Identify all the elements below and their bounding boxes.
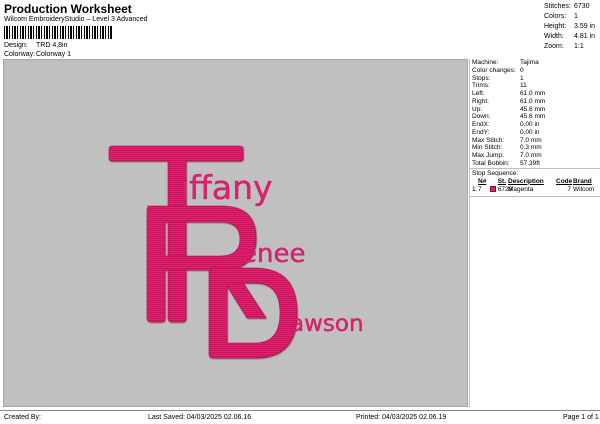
col-st: St. <box>497 177 506 185</box>
design-preview-canvas[interactable]: iffany enee awson <box>3 59 468 407</box>
last-saved: Last Saved: 04/03/2025 02.06.16 <box>148 414 252 421</box>
colorway-value: Colorway 1 <box>36 51 72 58</box>
stop-sequence-title: Stop Sequence: <box>472 169 519 177</box>
stat-colors: Colors: 1 <box>544 13 578 20</box>
info-endy: EndY: 0.00 in <box>472 128 540 136</box>
info-right: Right: 61.0 mm <box>472 97 546 105</box>
info-down: Down: 45.6 mm <box>472 113 546 121</box>
monogram-words: iffany enee awson <box>180 168 364 337</box>
table-row[interactable]: 1. 7 6728 Magenta 7 Wilcom <box>470 186 600 194</box>
stop-table-header: N# St. Description Code Brand <box>470 178 600 186</box>
info-trims: Trims: 11 <box>472 82 527 90</box>
col-brand: Brand <box>573 177 592 185</box>
summary-stats: Stitches: 6730 Colors: 1 Height: 3.59 in Wi… <box>544 2 598 52</box>
printed-date: Printed: 04/03/2025 02.06.19 <box>356 414 447 421</box>
design-value: TRD 4,8in <box>36 42 68 49</box>
worksheet-footer: Created By: Last Saved: 04/03/2025 02.06… <box>0 410 600 424</box>
thread-swatch-icon <box>490 185 496 192</box>
word-enee: enee <box>241 239 305 269</box>
info-stops: Stops: 1 <box>472 74 524 82</box>
col-n: N# <box>478 177 487 185</box>
colorway-row: Colorway:Colorway 1 <box>4 51 71 58</box>
info-endx: EndX: 0.00 in <box>472 121 540 128</box>
col-code: Code <box>556 177 573 185</box>
info-max-stitch: Max Stitch: 7.0 mm <box>472 136 542 144</box>
stat-zoom: Zoom: 1:1 <box>544 43 584 50</box>
colorway-label: Colorway: <box>4 51 36 58</box>
software-name: Wilcom EmbroideryStudio – Level 3 Advanc… <box>4 16 148 23</box>
page-number: Page 1 of 1 <box>563 414 599 421</box>
barcode <box>4 26 112 39</box>
info-machine: Machine: Tajima <box>472 59 539 66</box>
info-up: Up: 45.6 mm <box>472 105 546 113</box>
word-awson: awson <box>290 311 364 337</box>
design-label: Design: <box>4 42 28 49</box>
info-left: Left: 61.0 mm <box>472 90 546 97</box>
stat-height: Height: 3.59 in <box>544 23 596 30</box>
page-title: Production Worksheet <box>4 2 132 16</box>
embroidery-design: iffany enee awson <box>108 145 364 359</box>
info-max-jump: Max Jump: 7.0 mm <box>472 152 542 159</box>
stat-width: Width: 4.81 in <box>544 33 596 40</box>
stop-sequence-table: N# St. Description Code Brand 1. 7 6728 … <box>470 178 600 197</box>
machine-info-panel: Machine: Tajima Color changes: 0 Stops: 1 T… <box>469 59 600 407</box>
design-row: Design: TRD 4,8in <box>4 42 68 49</box>
col-description: Description <box>508 177 544 185</box>
word-iffany: iffany <box>180 168 273 207</box>
worksheet-header: Production Worksheet Wilcom EmbroiderySt… <box>0 0 600 58</box>
divider <box>470 195 600 197</box>
info-total-bobbin: Total Bobbin: 57.39ft <box>472 159 540 167</box>
info-min-stitch: Min Stitch: 0.3 mm <box>472 144 542 152</box>
created-by: Created By: <box>4 414 41 421</box>
info-color-changes: Color changes: 0 <box>472 66 524 74</box>
stat-stitches: Stitches: 6730 <box>544 3 590 10</box>
